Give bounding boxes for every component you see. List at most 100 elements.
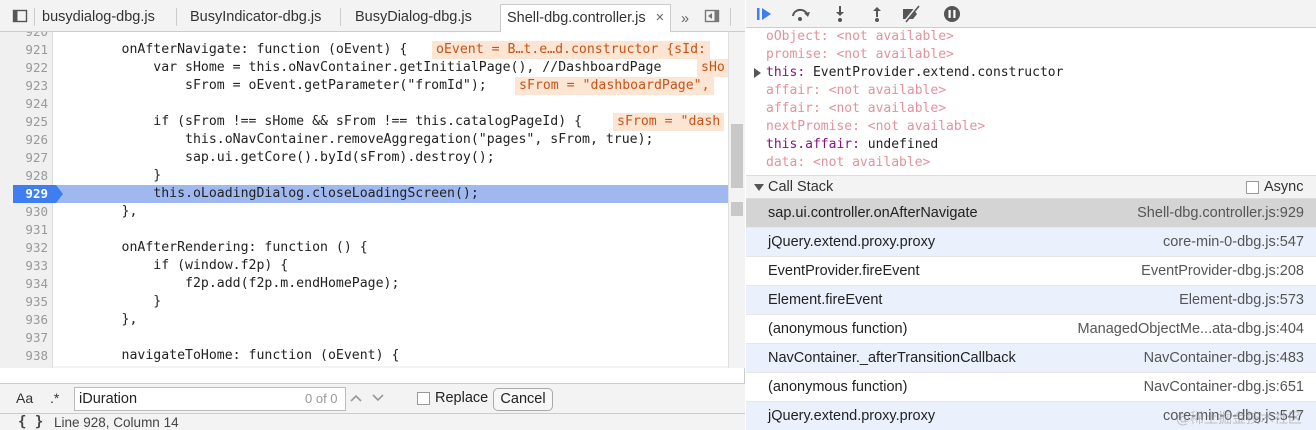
- tab-busyindicator-dbg[interactable]: BusyIndicator-dbg.js: [190, 4, 321, 32]
- line-number[interactable]: 931: [0, 221, 48, 239]
- inline-variable-value: sFrom = "dash: [613, 113, 725, 131]
- scope-variable-name: this: [766, 65, 798, 80]
- call-stack-frame[interactable]: (anonymous function) ManagedObjectMe...at…: [746, 315, 1316, 344]
- tab-busydialog-dbg[interactable]: busydialog-dbg.js: [42, 4, 155, 32]
- scope-variable-row[interactable]: this: EventProvider.extend.constructor: [766, 64, 1063, 82]
- call-stack-title: Call Stack: [768, 179, 834, 195]
- step-over-icon[interactable]: [790, 4, 812, 24]
- call-stack-frame[interactable]: (anonymous function) NavContainer-dbg.js:…: [746, 373, 1316, 402]
- expand-triangle-icon[interactable]: [754, 68, 761, 78]
- scope-variable-value: <not available>: [812, 155, 931, 170]
- line-number[interactable]: 929: [0, 185, 48, 203]
- code-line: },: [58, 204, 138, 219]
- frame-location-link[interactable]: core-min-0-dbg.js:547: [1163, 234, 1304, 250]
- search-input[interactable]: [79, 390, 289, 408]
- call-stack-frame[interactable]: sap.ui.controller.onAfterNavigate Shell-d…: [746, 199, 1316, 228]
- call-stack-frame[interactable]: jQuery.extend.proxy.proxy core-min-0-dbg.…: [746, 228, 1316, 257]
- find-next-button[interactable]: [368, 388, 388, 408]
- tab-busydialog-dbg-2[interactable]: BusyDialog-dbg.js: [355, 4, 472, 32]
- match-count: 0 of 0: [305, 391, 338, 406]
- scope-variable-value: <not available>: [828, 83, 947, 98]
- frame-function-name: jQuery.extend.proxy.proxy: [768, 408, 936, 424]
- line-number[interactable]: 936: [0, 311, 48, 329]
- step-into-icon[interactable]: [829, 4, 851, 24]
- frame-location-link[interactable]: NavContainer-dbg.js:483: [1144, 350, 1304, 366]
- vertical-scrollbar-marker: [731, 202, 743, 216]
- line-number[interactable]: 932: [0, 239, 48, 257]
- line-number[interactable]: 930: [0, 203, 48, 221]
- scope-variable-row[interactable]: nextPromise: <not available>: [766, 118, 985, 136]
- scope-variable-name: oObject: [766, 29, 821, 44]
- code-line: sFrom = oEvent.getParameter("fromId");: [58, 78, 487, 93]
- line-number[interactable]: 921: [0, 41, 48, 59]
- scope-variable-row[interactable]: promise: <not available>: [766, 46, 954, 64]
- call-stack-frame[interactable]: EventProvider.fireEvent EventProvider-dbg…: [746, 257, 1316, 286]
- code-editor[interactable]: 9209219229239249259269279289299309319329…: [0, 32, 745, 368]
- more-tabs-button[interactable]: »: [681, 6, 689, 34]
- scope-variable-name: affair: [766, 101, 813, 116]
- frame-location-link[interactable]: EventProvider-dbg.js:208: [1141, 263, 1304, 279]
- scope-variable-row[interactable]: this.affair: undefined: [766, 136, 938, 154]
- scope-variable-value: <not available>: [867, 119, 986, 134]
- toggle-debugger-icon[interactable]: [704, 8, 720, 24]
- code-line: var sHome = this.oNavContainer.getInitia…: [58, 60, 662, 75]
- line-number[interactable]: 923: [0, 77, 48, 95]
- call-stack-frame[interactable]: NavContainer._afterTransitionCallback Nav…: [746, 344, 1316, 373]
- code-line: onAfterRendering: function () {: [58, 240, 368, 255]
- scope-variable-name: this.affair: [766, 137, 853, 152]
- scope-variable-row[interactable]: data: <not available>: [766, 154, 930, 172]
- close-icon[interactable]: ×: [656, 10, 664, 26]
- match-case-button[interactable]: Aa: [16, 390, 33, 406]
- status-bar: { } Line 928, Column 14: [0, 413, 745, 430]
- line-number[interactable]: 924: [0, 95, 48, 113]
- cancel-button[interactable]: Cancel: [493, 388, 553, 411]
- replace-checkbox[interactable]: [417, 392, 430, 405]
- line-number[interactable]: 928: [0, 167, 48, 185]
- async-checkbox[interactable]: [1246, 181, 1259, 194]
- call-stack-header[interactable]: Call Stack Async: [746, 175, 1316, 199]
- pause-on-exceptions-icon[interactable]: [941, 4, 963, 24]
- frame-function-name: jQuery.extend.proxy.proxy: [768, 234, 936, 250]
- tab-shell-dbg-controller[interactable]: Shell-dbg.controller.js ×: [500, 4, 672, 32]
- toggle-navigator-icon[interactable]: [12, 8, 28, 24]
- code-line: f2p.add(f2p.m.endHomePage);: [58, 276, 400, 291]
- frame-location-link[interactable]: ManagedObjectMe...ata-dbg.js:404: [1078, 321, 1305, 337]
- line-number[interactable]: 922: [0, 59, 48, 77]
- tab-label: Shell-dbg.controller.js: [507, 10, 646, 26]
- async-label: Async: [1264, 179, 1304, 195]
- line-number[interactable]: 926: [0, 131, 48, 149]
- deactivate-breakpoints-icon[interactable]: [900, 4, 922, 24]
- pretty-print-button[interactable]: { }: [18, 414, 43, 430]
- scope-variable-row[interactable]: oObject: <not available>: [766, 28, 954, 46]
- vertical-scrollbar-thumb[interactable]: [731, 124, 743, 188]
- frame-function-name: sap.ui.controller.onAfterNavigate: [768, 205, 978, 221]
- scope-variable-value: <not available>: [836, 29, 954, 44]
- frame-location-link[interactable]: NavContainer-dbg.js:651: [1144, 379, 1304, 395]
- line-number[interactable]: 934: [0, 275, 48, 293]
- line-number[interactable]: 933: [0, 257, 48, 275]
- line-number[interactable]: 927: [0, 149, 48, 167]
- step-out-icon[interactable]: [866, 4, 888, 24]
- chevron-down-icon: [372, 394, 384, 402]
- scope-variable-row[interactable]: affair: <not available>: [766, 100, 946, 118]
- line-number[interactable]: 935: [0, 293, 48, 311]
- horizontal-scrollbar[interactable]: [53, 366, 728, 368]
- line-number[interactable]: 939: [0, 365, 48, 368]
- frame-location-link[interactable]: Element-dbg.js:573: [1179, 292, 1304, 308]
- scope-variable-row[interactable]: affair: <not available>: [766, 82, 946, 100]
- line-number[interactable]: 938: [0, 347, 48, 365]
- line-number[interactable]: 925: [0, 113, 48, 131]
- expand-triangle-icon: [754, 184, 764, 191]
- regex-button[interactable]: .*: [50, 390, 59, 406]
- resume-icon[interactable]: [754, 4, 776, 24]
- find-previous-button[interactable]: [346, 388, 366, 408]
- frame-location-link[interactable]: Shell-dbg.controller.js:929: [1137, 205, 1304, 221]
- line-number[interactable]: 920: [0, 32, 48, 41]
- scope-variable-name: nextPromise: [766, 119, 853, 134]
- line-number[interactable]: 937: [0, 329, 48, 347]
- tab-label: BusyIndicator-dbg.js: [190, 9, 322, 25]
- call-stack-frame[interactable]: Element.fireEvent Element-dbg.js:573: [746, 286, 1316, 315]
- vertical-scrollbar[interactable]: [728, 32, 745, 368]
- code-line: }: [58, 168, 162, 183]
- scope-variable-value: <not available>: [828, 101, 947, 116]
